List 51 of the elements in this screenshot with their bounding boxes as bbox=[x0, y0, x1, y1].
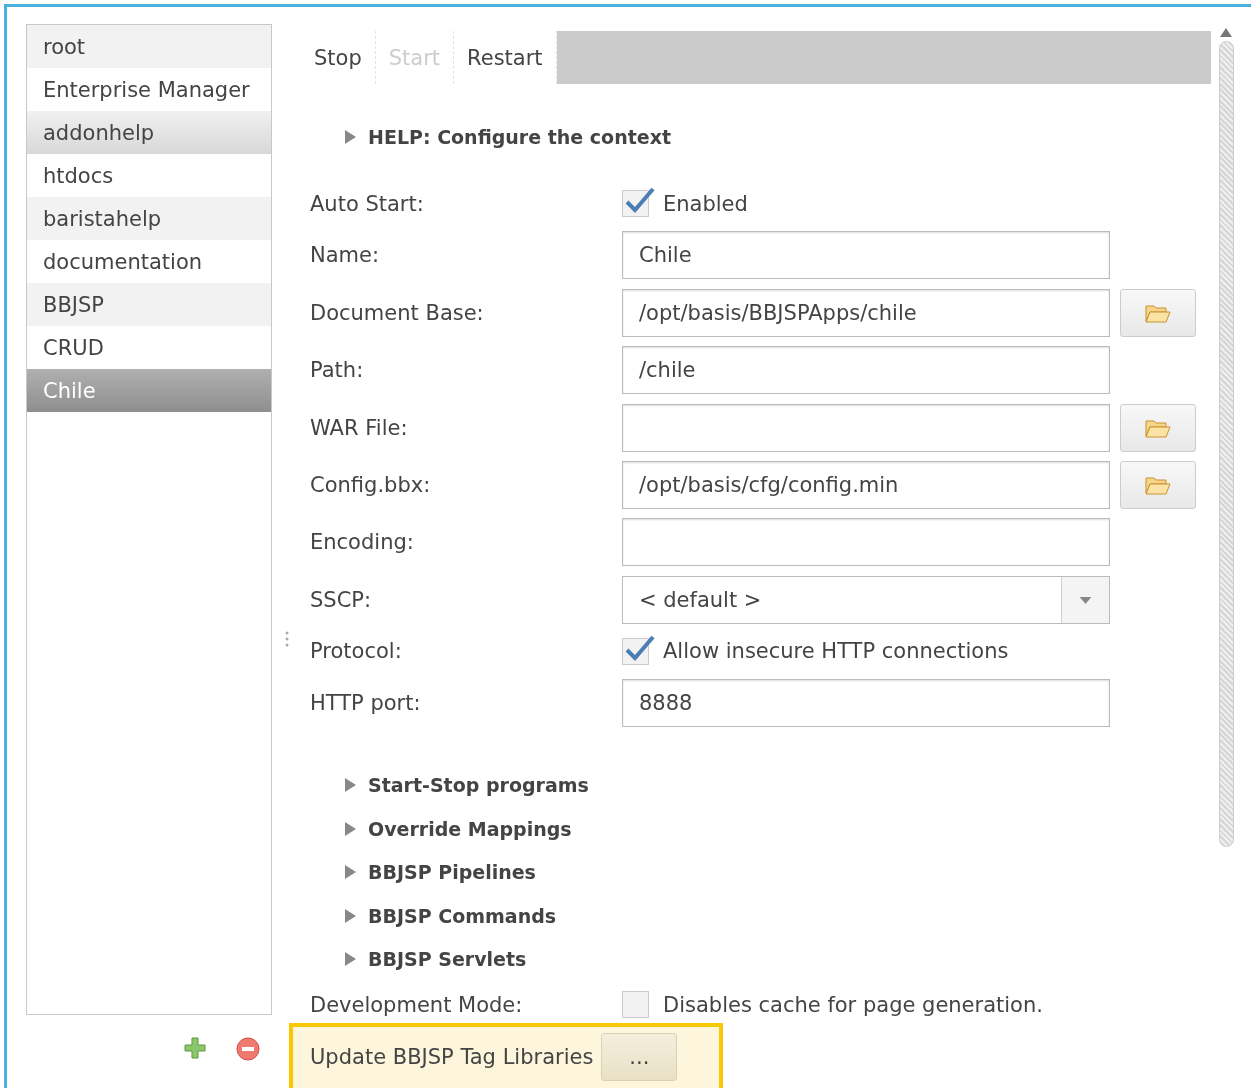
caret-right-icon bbox=[344, 777, 356, 792]
caret-right-icon bbox=[344, 908, 356, 923]
field-label: Document Base: bbox=[309, 300, 485, 325]
update-button[interactable]: ... bbox=[601, 1033, 678, 1082]
checkbox[interactable]: Disables cache for page generation. bbox=[622, 991, 1043, 1019]
add-icon[interactable] bbox=[184, 1037, 206, 1059]
field-label: SSCP: bbox=[309, 587, 373, 612]
caret-right-icon bbox=[344, 130, 356, 145]
field-label: Config.bbx: bbox=[309, 472, 432, 497]
folder-icon bbox=[1145, 474, 1171, 495]
field-label: WAR File: bbox=[309, 415, 409, 440]
folder-icon bbox=[1145, 302, 1171, 323]
caret-right-icon bbox=[344, 821, 356, 836]
checkbox[interactable]: Allow insecure HTTP connections bbox=[622, 637, 1009, 665]
text-field[interactable] bbox=[622, 518, 1110, 567]
field-label: Path: bbox=[309, 358, 365, 383]
text-field[interactable]: /opt/basis/cfg/config.min bbox=[622, 460, 1110, 509]
scroll-up-icon[interactable] bbox=[1220, 28, 1232, 37]
field-label: Encoding: bbox=[309, 530, 415, 555]
section-toggle[interactable]: BBJSP Pipelines bbox=[301, 850, 1211, 894]
field-label: Development Mode: bbox=[309, 992, 524, 1017]
remove-icon[interactable] bbox=[236, 1037, 260, 1061]
section-toggle[interactable]: BBJSP Commands bbox=[301, 893, 1211, 938]
text-field[interactable]: Chile bbox=[622, 231, 1110, 280]
caret-right-icon bbox=[344, 865, 356, 880]
caret-right-icon bbox=[344, 952, 356, 967]
text-field[interactable]: 8888 bbox=[622, 678, 1110, 727]
folder-icon bbox=[1145, 417, 1171, 438]
field-label: Auto Start: bbox=[309, 191, 425, 216]
sidebar-item[interactable]: addonhelp bbox=[27, 111, 271, 154]
browse-button[interactable] bbox=[1120, 460, 1196, 509]
browse-button[interactable] bbox=[1120, 288, 1196, 337]
sidebar-item[interactable]: root bbox=[27, 25, 271, 68]
text-field[interactable]: /opt/basis/BBJSPApps/chile bbox=[622, 288, 1110, 337]
scrollbar-thumb[interactable] bbox=[1218, 41, 1234, 847]
sidebar-item[interactable]: BBJSP bbox=[27, 283, 271, 326]
section-toggle[interactable]: Start-Stop programs bbox=[301, 763, 1211, 807]
sidebar-item[interactable]: baristahelp bbox=[27, 197, 271, 240]
section-toggle[interactable]: Override Mappings bbox=[301, 806, 1211, 851]
field-label: Name: bbox=[309, 243, 381, 268]
section-toggle[interactable]: BBJSP Servlets bbox=[301, 937, 1211, 981]
splitter-handle-icon[interactable] bbox=[284, 631, 289, 647]
text-field[interactable]: /chile bbox=[622, 346, 1110, 395]
browse-button[interactable] bbox=[1120, 403, 1196, 452]
field-label: HTTP port: bbox=[309, 690, 422, 715]
help-toggle[interactable]: HELP: Configure the context bbox=[301, 115, 1211, 160]
checkbox[interactable]: Enabled bbox=[622, 190, 748, 218]
field-label: Protocol: bbox=[309, 639, 403, 664]
text-field[interactable] bbox=[622, 403, 1110, 452]
dropdown[interactable]: < default > bbox=[622, 575, 1110, 624]
update-label: Update BBJSP Tag Libraries bbox=[310, 1045, 594, 1070]
